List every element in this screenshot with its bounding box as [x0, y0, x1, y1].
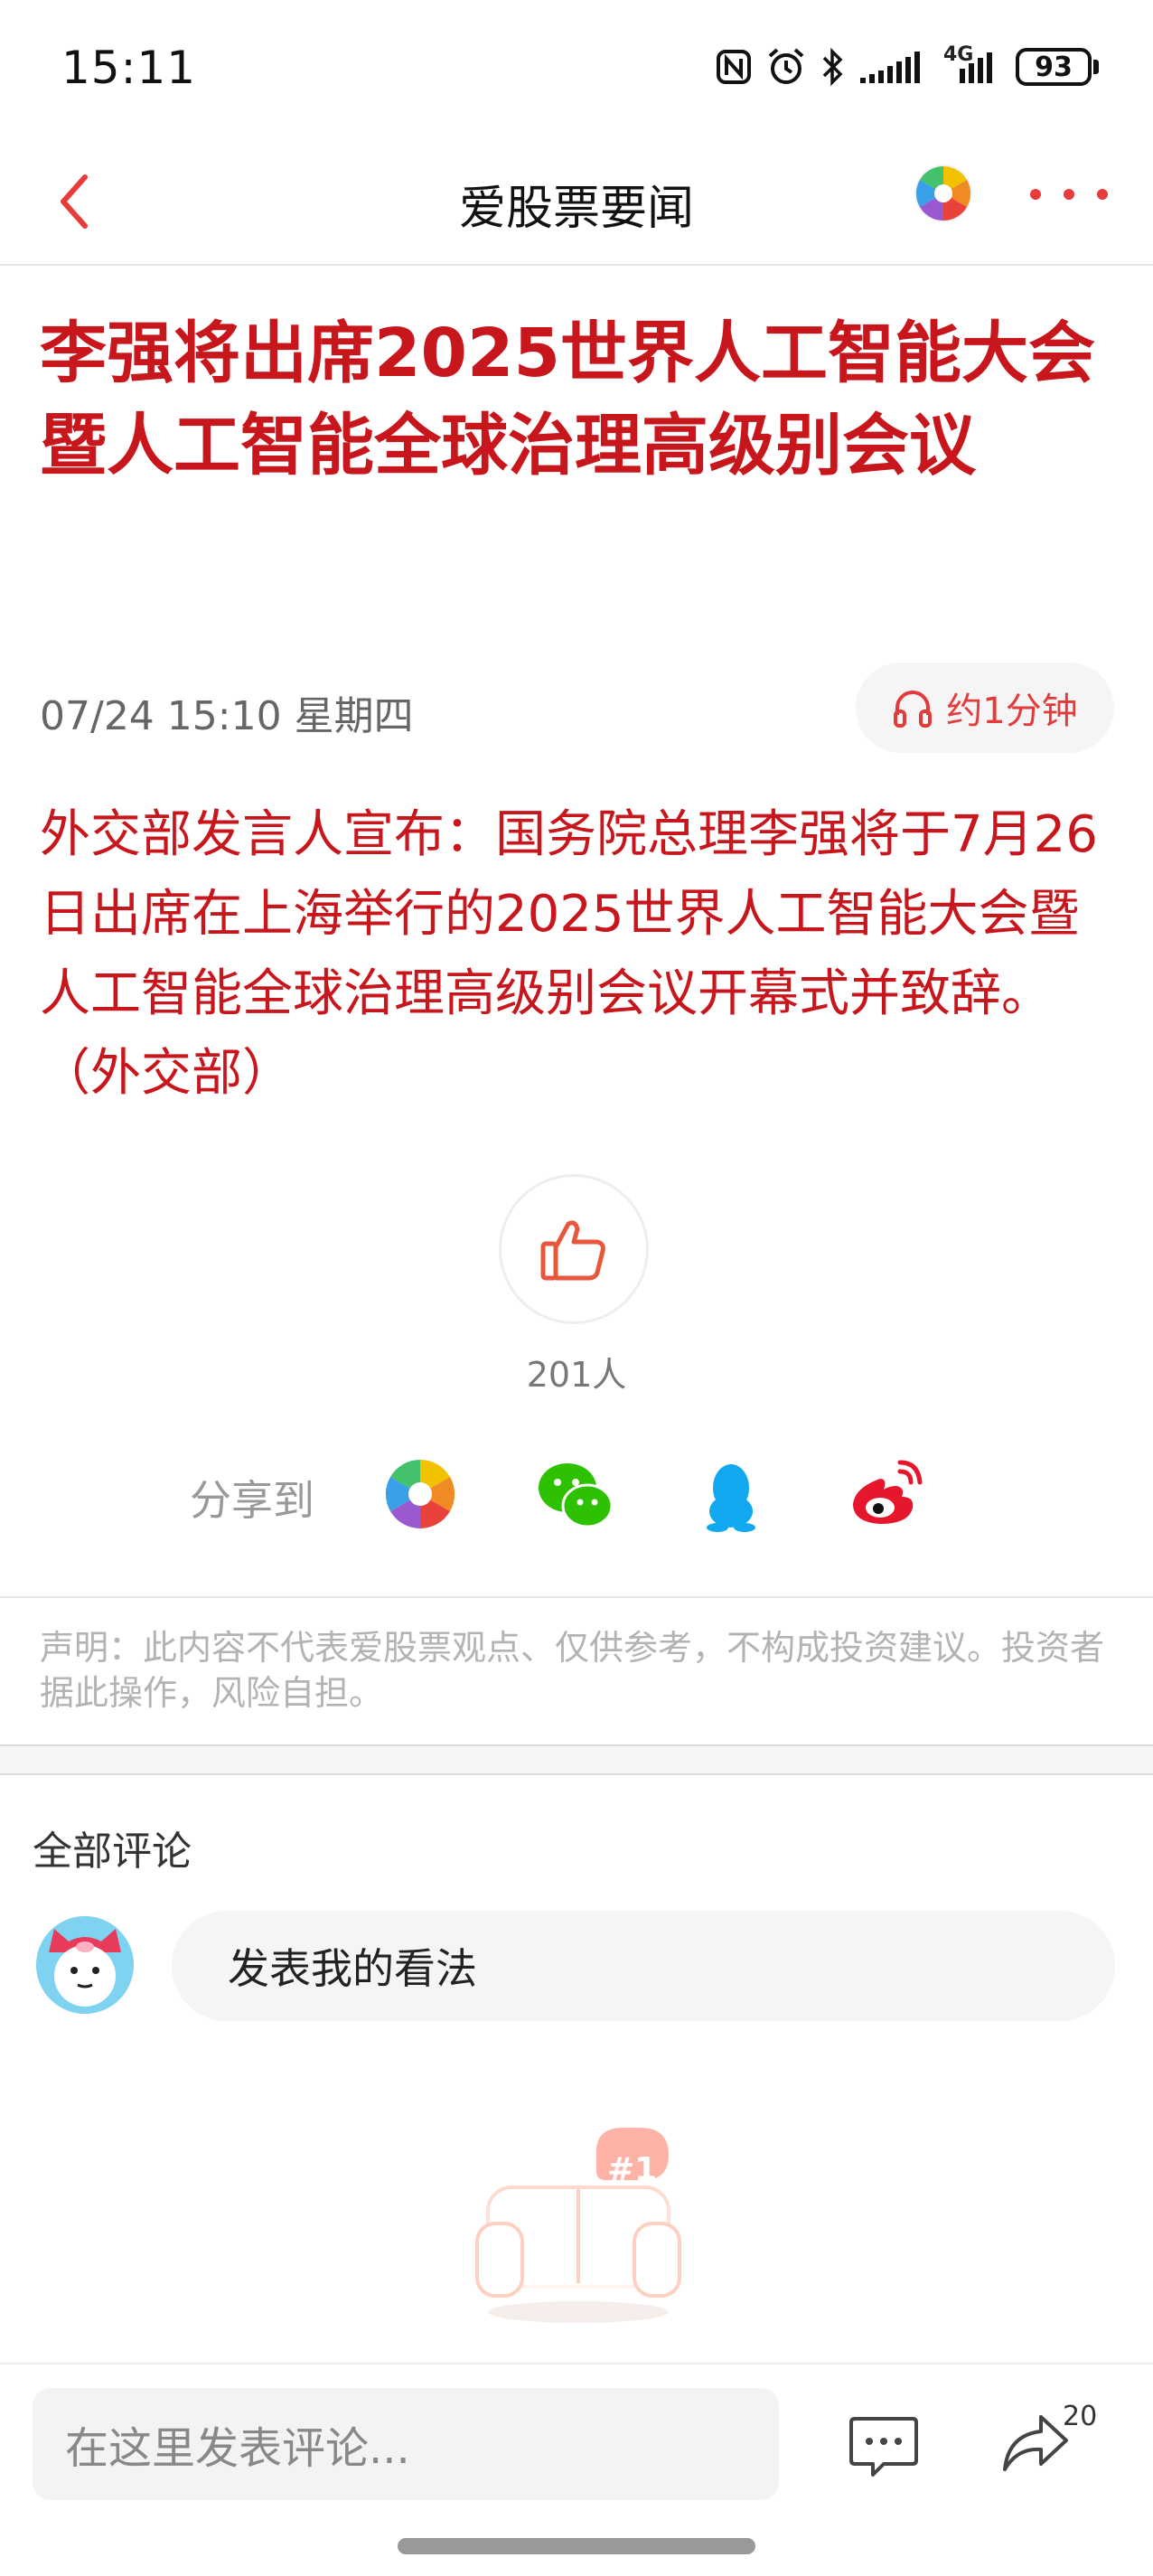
- nav-bar: 爱股票要闻: [0, 136, 1153, 266]
- section-separator: [0, 1744, 1153, 1775]
- mascot-avatar-icon: [36, 1916, 134, 2014]
- headphones-icon: [894, 691, 933, 728]
- battery-indicator: 93: [1016, 48, 1099, 86]
- share-label: 分享到: [190, 1476, 314, 1525]
- home-indicator[interactable]: [398, 2538, 755, 2554]
- status-time: 15:11: [61, 42, 197, 94]
- more-options-icon[interactable]: [1030, 181, 1108, 208]
- wechat-icon[interactable]: [535, 1455, 616, 1537]
- share-arrow-icon[interactable]: [1001, 2411, 1070, 2475]
- comment-input[interactable]: 在这里发表评论...: [33, 2388, 779, 2500]
- avatar[interactable]: [36, 1916, 134, 2014]
- nfc-icon: [717, 50, 751, 84]
- bluetooth-icon: [822, 47, 843, 87]
- battery-level: 93: [1035, 51, 1073, 83]
- listen-audio-button[interactable]: 约1分钟: [856, 663, 1114, 753]
- disclaimer-text: 声明：此内容不代表爱股票观点、仅供参考，不构成投资建议。投资者据此操作，风险自担…: [40, 1628, 1105, 1713]
- article-headline: 李强将出席2025世界人工智能大会暨人工智能全球治理高级别会议: [40, 315, 1095, 484]
- aigupiao-icon[interactable]: [380, 1453, 461, 1535]
- network-type: 4G: [943, 43, 974, 66]
- empty-badge-label: #1: [607, 2151, 658, 2188]
- write-comment-prompt[interactable]: 发表我的看法: [172, 1911, 1115, 2021]
- qq-icon[interactable]: [690, 1455, 772, 1537]
- comment-icon[interactable]: [848, 2413, 920, 2478]
- weibo-icon[interactable]: [846, 1452, 927, 1533]
- article-summary: 外交部发言人宣布：国务院总理李强将于7月26日出席在上海举行的2025世界人工智…: [40, 805, 1098, 1103]
- page-title: 爱股票要闻: [458, 182, 694, 236]
- audio-duration-label: 约1分钟: [946, 691, 1078, 732]
- empty-comments-sofa-icon: [475, 2128, 681, 2323]
- like-count: 201人: [526, 1355, 627, 1395]
- like-button[interactable]: [499, 1174, 649, 1324]
- thumbs-up-icon: [540, 1220, 605, 1281]
- divider: [0, 1596, 1153, 1598]
- signal-icon: [860, 52, 920, 83]
- comments-section-title: 全部评论: [33, 1829, 192, 1875]
- share-count: 20: [1063, 2401, 1098, 2432]
- aigupiao-logo-icon[interactable]: [913, 163, 974, 224]
- article-date: 07/24 15:10 星期四: [40, 693, 414, 739]
- alarm-icon: [768, 48, 804, 84]
- status-icons: 4G 93: [716, 43, 1099, 87]
